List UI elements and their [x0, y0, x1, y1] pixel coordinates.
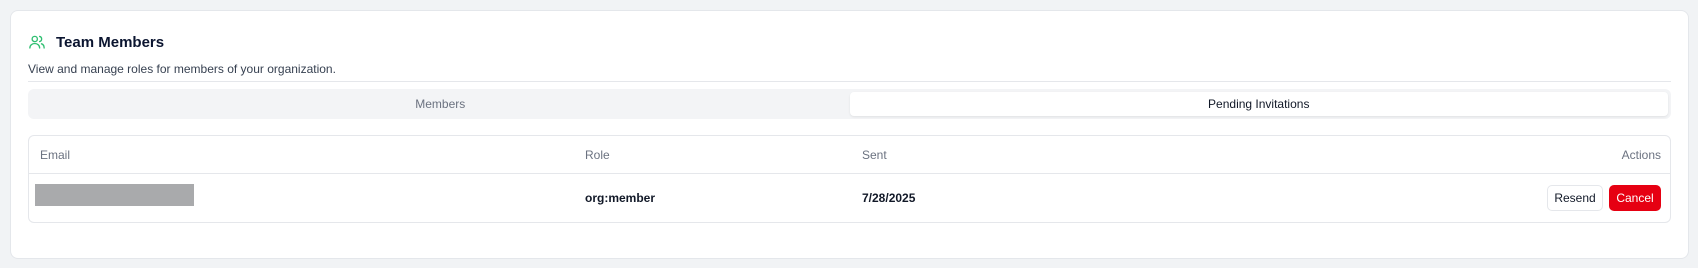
table-row: org:member 7/28/2025 Resend Cancel — [29, 173, 1670, 223]
column-header-actions: Actions — [1621, 147, 1661, 162]
cell-sent: 7/28/2025 — [862, 191, 916, 205]
redacted-email — [35, 184, 194, 206]
invitations-table: Email Role Sent Actions org:member 7/28/… — [28, 135, 1671, 223]
tab-members[interactable]: Members — [31, 92, 850, 116]
page-title: Team Members — [56, 33, 165, 51]
card-header: Team Members View and manage roles for m… — [28, 31, 1671, 77]
tab-pending-invitations[interactable]: Pending Invitations — [849, 92, 1668, 116]
table-header: Email Role Sent Actions — [29, 136, 1670, 174]
cell-role: org:member — [585, 191, 656, 205]
cancel-button[interactable]: Cancel — [1609, 185, 1661, 211]
page-subtitle: View and manage roles for members of you… — [28, 62, 336, 76]
column-header-role: Role — [585, 147, 610, 162]
users-icon — [28, 33, 46, 51]
resend-button[interactable]: Resend — [1547, 185, 1603, 211]
column-header-sent: Sent — [862, 147, 887, 162]
column-header-email: Email — [40, 147, 71, 162]
row-actions: Resend Cancel — [1547, 185, 1661, 211]
header-divider — [28, 81, 1671, 82]
team-members-card: Team Members View and manage roles for m… — [10, 10, 1689, 259]
title-row: Team Members — [28, 31, 1671, 53]
tab-list: Members Pending Invitations — [28, 89, 1671, 119]
